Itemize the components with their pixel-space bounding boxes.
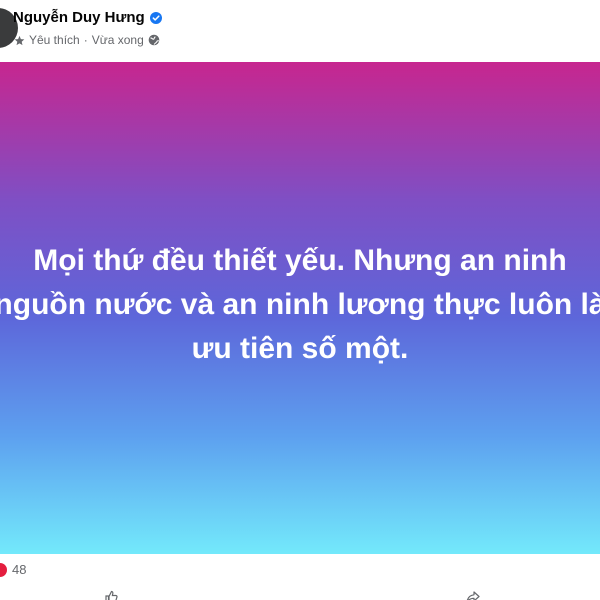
post-background[interactable]: Mọi thứ đều thiết yếu. Nhưng an ninh ngu… — [0, 62, 600, 554]
post-time[interactable]: Vừa xong — [92, 33, 144, 47]
meta-separator: · — [83, 33, 88, 47]
post-meta: Yêu thích · Vừa xong — [14, 33, 160, 47]
author-name[interactable]: Nguyễn Duy Hưng — [13, 9, 145, 26]
like-icon — [105, 590, 118, 600]
post-text-line: ưu tiên số một. — [191, 332, 409, 365]
post-header: Nguyễn Duy Hưng Yêu thích · Vừa xong — [0, 0, 600, 62]
heart-reaction-icon — [0, 562, 7, 577]
reaction-count[interactable]: 48 — [12, 562, 26, 577]
globe-icon[interactable] — [148, 34, 160, 46]
post-text-line: Mọi thứ đều thiết yếu. Nhưng an ninh — [33, 244, 567, 277]
like-action[interactable] — [104, 590, 118, 600]
post-text: Mọi thứ đều thiết yếu. Nhưng an ninh ngu… — [0, 239, 600, 371]
reactions-summary[interactable]: 48 — [0, 562, 26, 577]
verified-badge-icon — [149, 11, 162, 24]
share-action[interactable] — [466, 590, 480, 600]
favorite-label: Yêu thích — [29, 33, 80, 47]
share-icon — [466, 591, 480, 600]
author-row: Nguyễn Duy Hưng — [13, 9, 162, 26]
post-text-line: nguồn nước và an ninh lương thực luôn là — [0, 288, 600, 321]
star-icon — [14, 35, 25, 46]
action-bar — [0, 588, 600, 600]
